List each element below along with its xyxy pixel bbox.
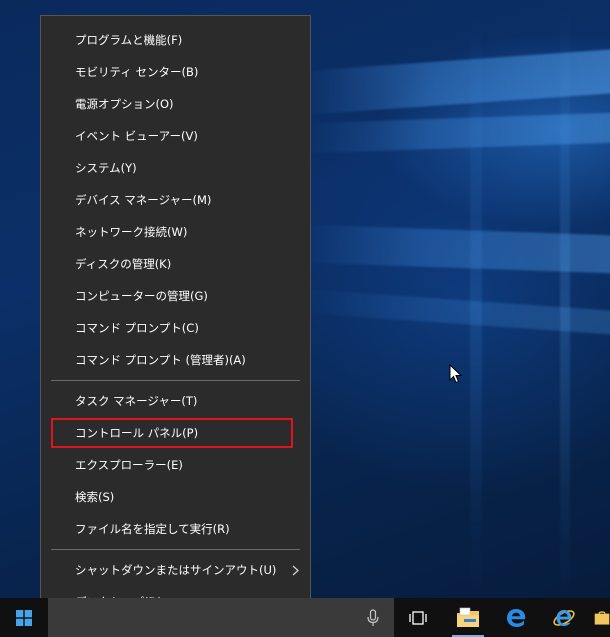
menu-item-control-panel[interactable]: コントロール パネル(P) [41,418,310,448]
task-view-button[interactable] [398,598,438,637]
task-view-icon [409,610,427,625]
menu-item-mobility-center[interactable]: モビリティ センター(B) [41,57,310,87]
microphone-icon [367,608,379,626]
menu-item-disk-management[interactable]: ディスクの管理(K) [41,249,310,279]
start-button[interactable] [0,598,48,637]
menu-separator [51,380,300,381]
menu-item-task-manager[interactable]: タスク マネージャー(T) [41,386,310,416]
internet-explorer-icon [553,609,575,626]
file-explorer-taskbar-button[interactable] [450,598,486,637]
menu-item-label: シャットダウンまたはサインアウト(U) [75,563,277,577]
menu-item-command-prompt[interactable]: コマンド プロンプト(C) [41,313,310,343]
menu-item-network-connections[interactable]: ネットワーク接続(W) [41,217,310,247]
edge-icon [507,608,526,627]
menu-item-event-viewer[interactable]: イベント ビューアー(V) [41,121,310,151]
menu-item-power-options[interactable]: 電源オプション(O) [41,89,310,119]
menu-item-file-explorer[interactable]: エクスプローラー(E) [41,450,310,480]
store-taskbar-button[interactable] [594,598,610,637]
menu-item-programs-features[interactable]: プログラムと機能(F) [41,25,310,55]
chevron-right-icon [292,555,300,585]
taskbar [0,598,610,637]
file-explorer-icon [457,607,479,627]
wallpaper-light-beam [470,0,482,600]
menu-item-run[interactable]: ファイル名を指定して実行(R) [41,514,310,544]
menu-item-system[interactable]: システム(Y) [41,153,310,183]
microphone-button[interactable] [356,598,390,637]
menu-item-device-manager[interactable]: デバイス マネージャー(M) [41,185,310,215]
cortana-search-box[interactable] [48,598,394,637]
mouse-pointer-icon [449,364,463,384]
winx-context-menu: プログラムと機能(F) モビリティ センター(B) 電源オプション(O) イベン… [40,15,311,626]
menu-item-search[interactable]: 検索(S) [41,482,310,512]
menu-separator [51,549,300,550]
edge-taskbar-button[interactable] [498,598,534,637]
menu-item-shutdown-signout[interactable]: シャットダウンまたはサインアウト(U) [41,555,310,585]
internet-explorer-taskbar-button[interactable] [546,598,582,637]
menu-item-command-prompt-admin[interactable]: コマンド プロンプト (管理者)(A) [41,345,310,375]
windows-logo-icon [16,609,32,626]
store-icon [594,610,610,625]
wallpaper-light-beam [560,0,570,600]
menu-item-computer-management[interactable]: コンピューターの管理(G) [41,281,310,311]
